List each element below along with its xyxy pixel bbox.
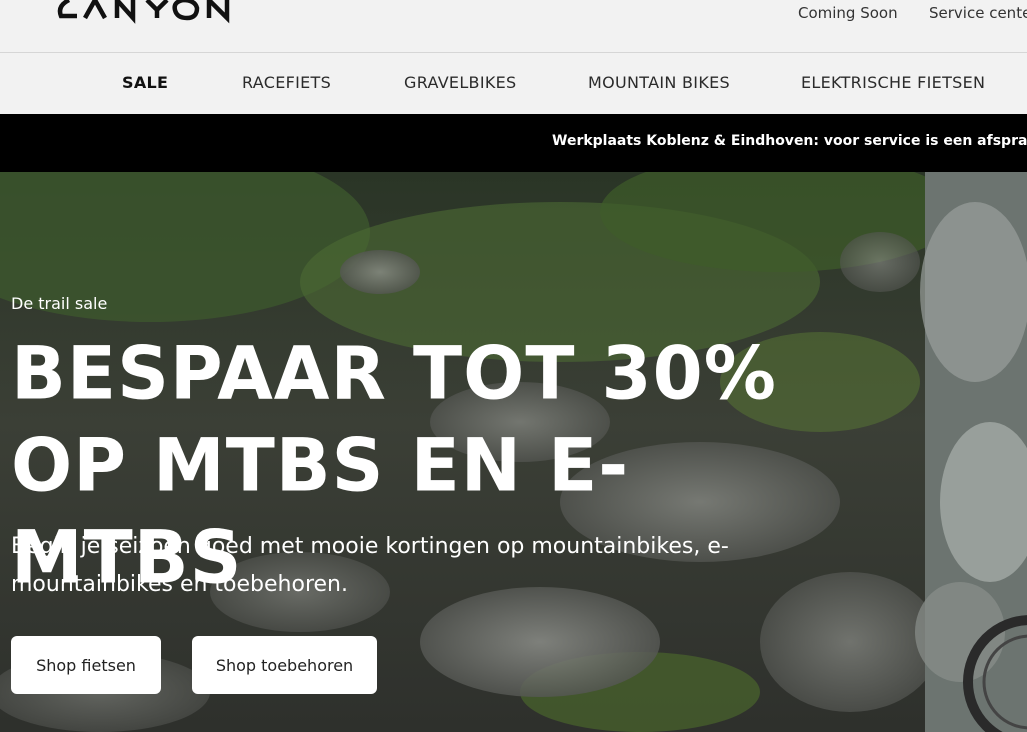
nav-item-sale[interactable]: SALE: [122, 73, 168, 92]
nav-item-racefiets[interactable]: RACEFIETS: [242, 73, 331, 92]
shop-accessories-button[interactable]: Shop toebehoren: [192, 636, 377, 694]
nav-item-mountain-bikes[interactable]: MOUNTAIN BIKES: [588, 73, 730, 92]
announcement-text: Werkplaats Koblenz & Eindhoven: voor ser…: [552, 133, 1027, 149]
top-header: Coming Soon Service center: [0, 0, 1027, 53]
nav-item-gravelbikes[interactable]: GRAVELBIKES: [404, 73, 517, 92]
shop-bikes-button[interactable]: Shop fietsen: [11, 636, 161, 694]
hero-subtitle: Begin je seizoen goed met mooie kortinge…: [11, 534, 729, 597]
hero-eyebrow: De trail sale: [11, 294, 108, 313]
hero-banner: De trail sale BESPAAR TOT 30% OP MTBS EN…: [0, 172, 1027, 732]
main-nav: SALE RACEFIETS GRAVELBIKES MOUNTAIN BIKE…: [0, 53, 1027, 113]
canyon-logo[interactable]: [55, 0, 235, 28]
coming-soon-link[interactable]: Coming Soon: [798, 4, 898, 22]
nav-item-elektrische-fietsen[interactable]: ELEKTRISCHE FIETSEN: [801, 73, 985, 92]
announcement-bar: Werkplaats Koblenz & Eindhoven: voor ser…: [0, 114, 1027, 172]
service-center-link[interactable]: Service center: [929, 4, 1027, 22]
